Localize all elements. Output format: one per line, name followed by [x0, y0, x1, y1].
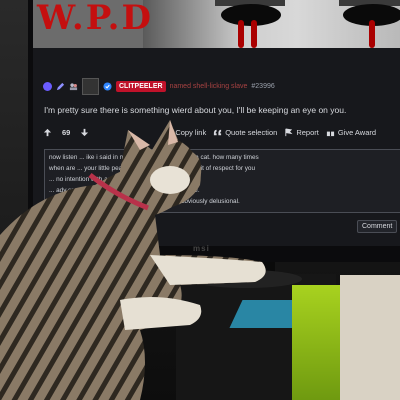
cat-muzzle — [150, 166, 190, 194]
tabby-cat — [0, 120, 266, 400]
cat-paw-right — [150, 255, 266, 285]
photo-scene: W.P.D CLITPEELER named shell-licking sla… — [0, 0, 400, 400]
cat-paw-left — [120, 296, 202, 330]
